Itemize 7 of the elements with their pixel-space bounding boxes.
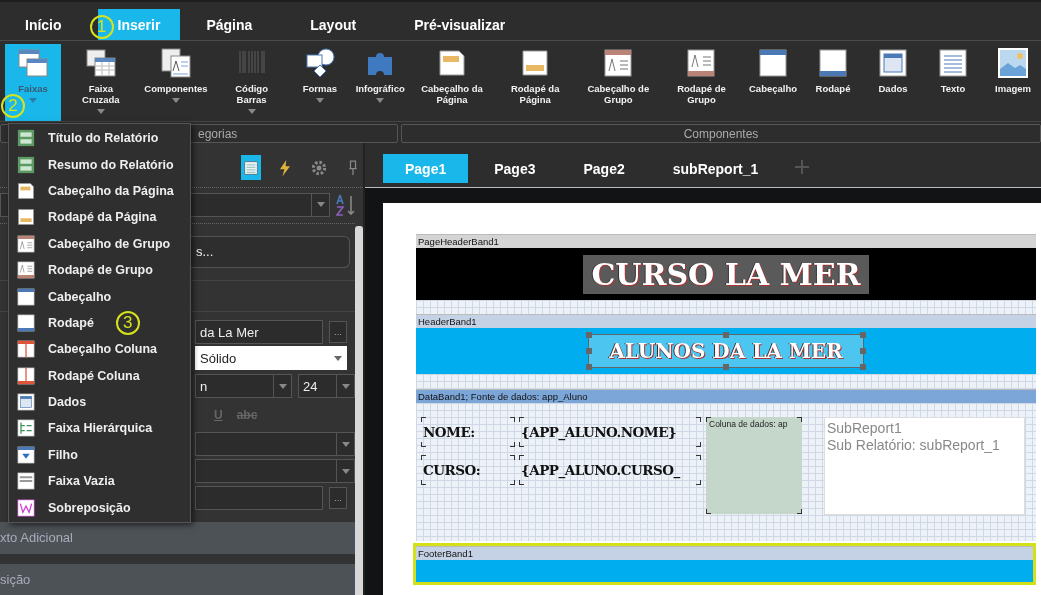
group-label: Componentes: [401, 124, 1041, 143]
step-callout: 3: [115, 310, 140, 335]
band-label: PageHeaderBand1: [416, 234, 1036, 248]
band-label: FooterBand1: [416, 546, 1033, 560]
band-label: DataBand1; Fonte de dados: app_Aluno: [416, 389, 1036, 403]
step-callout: 2: [1, 94, 25, 118]
band-label: HeaderBand1: [416, 314, 1036, 328]
